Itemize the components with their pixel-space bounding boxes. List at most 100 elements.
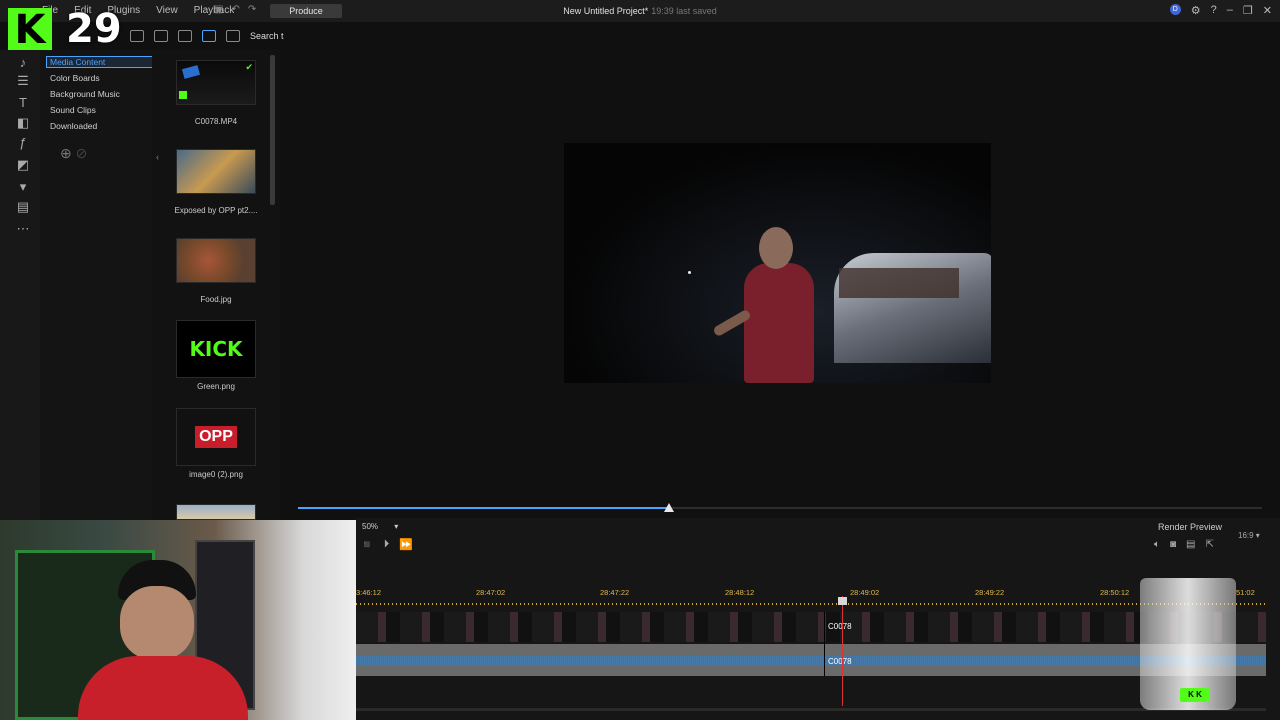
media-label: image0 (2).png bbox=[189, 470, 243, 479]
account-avatar[interactable]: D bbox=[1169, 4, 1181, 15]
timeline-scrollbar[interactable] bbox=[356, 708, 1266, 711]
ruler-tick: 28:48:12 bbox=[725, 588, 755, 597]
media-thumbnail bbox=[176, 504, 256, 520]
media-item[interactable]: OPP image0 (2).png bbox=[176, 408, 258, 479]
audio-track[interactable]: C0078 bbox=[356, 644, 1266, 676]
volume-icon[interactable]: 🔈︎ bbox=[1154, 539, 1160, 550]
music-filter-icon[interactable] bbox=[154, 30, 168, 42]
clip-split-divider bbox=[824, 612, 825, 676]
particle-icon[interactable]: ▾ bbox=[16, 180, 30, 194]
library-scrollbar[interactable] bbox=[270, 55, 275, 205]
person-face bbox=[120, 586, 194, 660]
playback-controls: ◾ ⏵ ⏩ bbox=[360, 538, 413, 551]
distant-light bbox=[688, 271, 691, 274]
media-item[interactable]: Food.jpg bbox=[176, 238, 258, 304]
opp-thumb-text: OPP bbox=[195, 426, 237, 448]
project-title: New Untitled Project* bbox=[563, 6, 649, 16]
ruler-tick: 28:47:02 bbox=[476, 588, 506, 597]
window-controls: D ⚙ ? – ❐ ✕ bbox=[1169, 4, 1272, 17]
media-item[interactable]: ✔ C0078.MP4 bbox=[176, 60, 258, 126]
undock-icon[interactable]: ⇱ bbox=[1206, 539, 1214, 550]
media-label: Exposed by OPP pt2.... bbox=[174, 206, 258, 215]
playhead-handle[interactable] bbox=[838, 597, 847, 605]
category-sound-clips[interactable]: Sound Clips bbox=[50, 105, 96, 115]
media-item[interactable]: KICK Green.png bbox=[176, 320, 258, 391]
subtitle-icon[interactable]: ▤ bbox=[16, 200, 30, 214]
category-color-boards[interactable]: Color Boards bbox=[50, 73, 100, 83]
library-toolbar: Search t bbox=[130, 30, 284, 42]
more-icon[interactable]: ⋯ bbox=[16, 222, 30, 236]
audio-clip-label: C0078 bbox=[828, 657, 852, 666]
ruler-marks bbox=[356, 603, 1266, 605]
large-grid-icon[interactable] bbox=[226, 30, 240, 42]
preview-tools: 🔈︎ ◙ ▤ ⇱ bbox=[1154, 539, 1214, 550]
media-thumbnail: KICK bbox=[176, 320, 256, 378]
tag-icons: ⊕ ⊘ bbox=[60, 145, 87, 162]
webcam-overlay bbox=[0, 520, 356, 720]
media-thumbnail: ✔ bbox=[176, 60, 256, 105]
glass-kick-logo: K K bbox=[1180, 688, 1210, 702]
preview-player[interactable] bbox=[564, 143, 991, 383]
checkmark-icon: ✔ bbox=[245, 62, 253, 72]
minimize-icon[interactable]: – bbox=[1227, 4, 1233, 17]
image-filter-icon[interactable] bbox=[130, 30, 144, 42]
search-input[interactable]: Search t bbox=[250, 31, 284, 41]
fence-shape bbox=[839, 268, 959, 298]
ruler-tick: 3:46:12 bbox=[356, 588, 382, 597]
media-thumbnail bbox=[176, 149, 256, 194]
transition-icon[interactable]: ◧ bbox=[16, 116, 30, 130]
kick-thumb-text: KICK bbox=[189, 337, 243, 361]
zoom-select[interactable]: 50% ▾ bbox=[362, 522, 410, 534]
list-view-icon[interactable] bbox=[178, 30, 192, 42]
category-panel: Media Content Color Boards Background Mu… bbox=[40, 50, 178, 520]
storyboard-icon[interactable]: ☰ bbox=[16, 74, 30, 88]
media-item[interactable]: Exposed by OPP pt2.... bbox=[174, 149, 258, 215]
close-icon[interactable]: ✕ bbox=[1263, 4, 1272, 17]
scrubber-handle[interactable] bbox=[664, 503, 675, 512]
category-downloaded[interactable]: Downloaded bbox=[50, 121, 97, 131]
fast-forward-icon[interactable]: ⏩ bbox=[399, 538, 413, 551]
aspect-ratio-value: 16:9 bbox=[1238, 531, 1254, 540]
menu-bar: File Edit Plugins View Playback ▣ ↶ ↷ Pr… bbox=[0, 0, 1280, 22]
snapshot-icon[interactable]: ◙ bbox=[1170, 539, 1176, 550]
fx-icon[interactable]: ƒ bbox=[16, 136, 30, 150]
video-track[interactable]: C0078 bbox=[356, 612, 1266, 642]
media-library: ✔ C0078.MP4 Exposed by OPP pt2.... Food.… bbox=[152, 50, 280, 520]
saved-status: 19:39 last saved bbox=[651, 6, 717, 16]
video-clip-label: C0078 bbox=[828, 622, 852, 631]
playback-progress bbox=[298, 507, 670, 509]
ruler-tick: 28:50:12 bbox=[1100, 588, 1130, 597]
ruler-tick: 28:47:22 bbox=[600, 588, 630, 597]
media-item[interactable] bbox=[176, 504, 258, 520]
media-label: Food.jpg bbox=[200, 295, 232, 304]
media-thumbnail: OPP bbox=[176, 408, 256, 466]
subtitle-toggle-icon[interactable]: ▤ bbox=[1186, 539, 1195, 550]
room-rail: ♪ ☰ T ◧ ƒ ◩ ▾ ▤ ⋯ bbox=[0, 50, 40, 520]
collapse-arrow-icon[interactable]: ‹ bbox=[156, 152, 159, 162]
category-background-music[interactable]: Background Music bbox=[50, 89, 120, 99]
ruler-tick: 28:49:22 bbox=[975, 588, 1005, 597]
render-preview-button[interactable]: Render Preview bbox=[1158, 522, 1222, 532]
grid-view-icon[interactable] bbox=[202, 30, 216, 42]
aspect-ratio-select[interactable]: 16:9 ▾ bbox=[1238, 531, 1260, 540]
media-label: C0078.MP4 bbox=[194, 117, 238, 126]
add-tag-icon[interactable]: ⊕ bbox=[60, 145, 72, 161]
playhead[interactable] bbox=[842, 596, 843, 706]
title-icon[interactable]: T bbox=[16, 96, 30, 110]
pip-icon[interactable]: ◩ bbox=[16, 158, 30, 172]
settings-icon[interactable]: ⚙ bbox=[1191, 4, 1201, 17]
media-room-icon[interactable]: ♪ bbox=[16, 56, 30, 70]
kick-logo: K bbox=[8, 8, 52, 52]
help-icon[interactable]: ? bbox=[1211, 4, 1217, 17]
remove-tag-icon[interactable]: ⊘ bbox=[76, 145, 88, 161]
ruler-tick: 51:02 bbox=[1236, 588, 1255, 597]
window-title: New Untitled Project* 19:39 last saved bbox=[0, 6, 1280, 16]
restore-icon[interactable]: ❐ bbox=[1243, 4, 1253, 17]
ruler-tick: 28:49:02 bbox=[850, 588, 880, 597]
media-thumbnail bbox=[176, 238, 256, 283]
next-frame-icon[interactable]: ⏵ bbox=[384, 538, 390, 551]
chevron-down-icon: ▾ bbox=[394, 522, 399, 531]
stop-icon[interactable]: ◾ bbox=[360, 538, 374, 551]
audio-waveform bbox=[356, 656, 1266, 666]
media-label: Green.png bbox=[197, 382, 235, 391]
